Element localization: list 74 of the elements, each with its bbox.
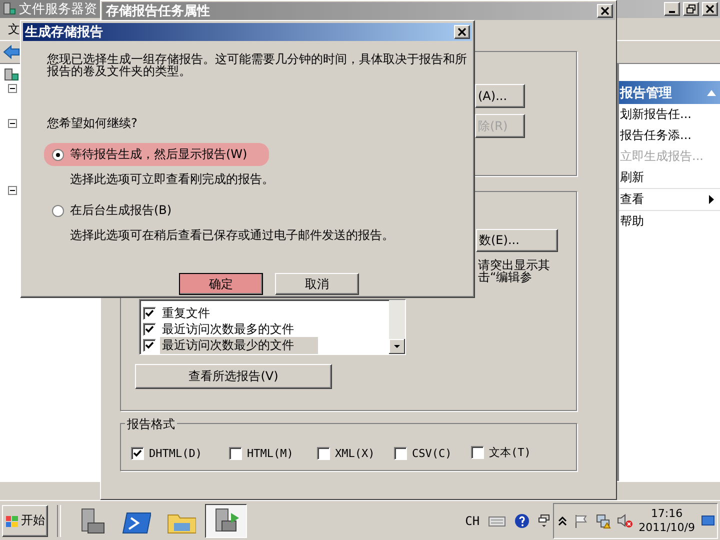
checkbox[interactable] xyxy=(471,446,484,459)
message-text: 您现已选择生成一组存储报告。这可能需要几分钟的时间，具体取决于报告和所报告的卷及文件夹的类型。 xyxy=(47,53,468,77)
edit-parameters-button[interactable]: 数(E)... xyxy=(476,229,558,252)
close-button[interactable] xyxy=(454,25,470,39)
restore-icon xyxy=(686,4,696,14)
server-icon xyxy=(2,2,16,16)
close-icon xyxy=(705,4,715,14)
language-indicator[interactable]: CH xyxy=(465,514,480,528)
option-description: 选择此选项可立即查看刚完成的报告。 xyxy=(70,171,275,188)
collapse-arrow-icon[interactable] xyxy=(707,90,716,96)
close-icon xyxy=(457,27,467,37)
restore-button[interactable] xyxy=(683,2,699,16)
close-button[interactable] xyxy=(597,4,613,18)
taskbar-app-button[interactable] xyxy=(205,504,247,538)
start-button[interactable]: 开始 xyxy=(2,504,48,536)
checkbox-label: 文本(T) xyxy=(489,445,531,460)
actions-header[interactable]: 报告管理 xyxy=(619,81,720,104)
keyboard-icon[interactable] xyxy=(488,514,506,526)
cancel-button[interactable]: 取消 xyxy=(275,273,359,295)
question-text: 您希望如何继续? xyxy=(47,115,138,132)
checkbox[interactable] xyxy=(317,447,330,460)
window-title: 存储报告任务属性 xyxy=(106,2,210,20)
back-arrow-icon[interactable] xyxy=(3,44,21,60)
checkbox[interactable] xyxy=(229,447,242,460)
help-icon[interactable] xyxy=(514,512,530,528)
checkbox-label: XML(X) xyxy=(335,447,375,460)
option-description: 选择此选项可在稍后查看已保存或通过电子邮件发送的报告。 xyxy=(70,227,395,244)
radio-button[interactable] xyxy=(52,148,64,160)
window-title: 文件服务器资 xyxy=(19,1,97,18)
actions-header-title: 报告管理 xyxy=(620,84,672,102)
menu-item[interactable]: 文 xyxy=(6,20,22,38)
view-report-button[interactable]: 查看所选报告(V) xyxy=(135,364,332,389)
radio-label: 在后台生成报告(B) xyxy=(70,202,172,219)
window-icon[interactable] xyxy=(538,514,550,528)
collapse-icon[interactable] xyxy=(8,84,17,93)
list-item[interactable]: 最近访问次数最多的文件 xyxy=(160,320,296,338)
radio-label: 等待报告生成，然后显示报告(W) xyxy=(70,146,248,163)
action-item[interactable]: 帮助 xyxy=(620,213,644,230)
list-item[interactable]: 重复文件 xyxy=(160,304,212,322)
clock-date[interactable]: 2011/10/9 xyxy=(638,520,695,534)
action-item[interactable]: 报告任务添... xyxy=(620,127,692,144)
chevron-up-icon[interactable] xyxy=(558,516,567,526)
close-button[interactable] xyxy=(702,2,718,16)
list-item[interactable]: 最近访问次数最少的文件 xyxy=(160,336,318,354)
checkbox-label: DHTML(D) xyxy=(149,447,202,460)
group-title: 报告格式 xyxy=(125,416,177,433)
action-item[interactable]: 刷新 xyxy=(620,169,644,186)
dialog-title: 生成存储报告 xyxy=(25,24,103,41)
checkbox[interactable] xyxy=(394,447,407,460)
speaker-muted-icon[interactable] xyxy=(616,512,633,528)
server-icon xyxy=(4,68,20,82)
checkbox-label: CSV(C) xyxy=(412,447,452,460)
windows-logo-icon xyxy=(5,514,19,528)
hint-text: 击“编辑参 xyxy=(478,271,532,283)
scroll-down-icon[interactable] xyxy=(389,339,405,354)
report-list[interactable]: 重复文件 最近访问次数最多的文件 最近访问次数最少的文件 xyxy=(139,299,406,355)
collapse-icon[interactable] xyxy=(8,186,17,195)
network-icon[interactable] xyxy=(594,512,611,528)
collapse-icon[interactable] xyxy=(8,119,17,128)
checkbox[interactable] xyxy=(131,447,144,460)
show-desktop-icon[interactable] xyxy=(701,512,715,528)
hint-text: 请突出显示其 xyxy=(478,259,550,271)
action-item[interactable]: 查看 xyxy=(620,191,644,208)
action-item[interactable]: 划新报告任... xyxy=(620,106,692,123)
action-button[interactable]: (A)... xyxy=(475,84,525,108)
clock-time[interactable]: 17:16 xyxy=(650,506,683,520)
minimize-button[interactable] xyxy=(664,2,680,16)
scrollbar[interactable] xyxy=(389,300,405,354)
ok-button[interactable]: 确定 xyxy=(179,273,263,295)
flag-icon[interactable] xyxy=(572,512,589,528)
radio-button[interactable] xyxy=(52,204,64,216)
checkbox-label: HTML(M) xyxy=(247,447,294,460)
close-icon xyxy=(600,6,610,16)
minimize-icon xyxy=(669,11,675,13)
